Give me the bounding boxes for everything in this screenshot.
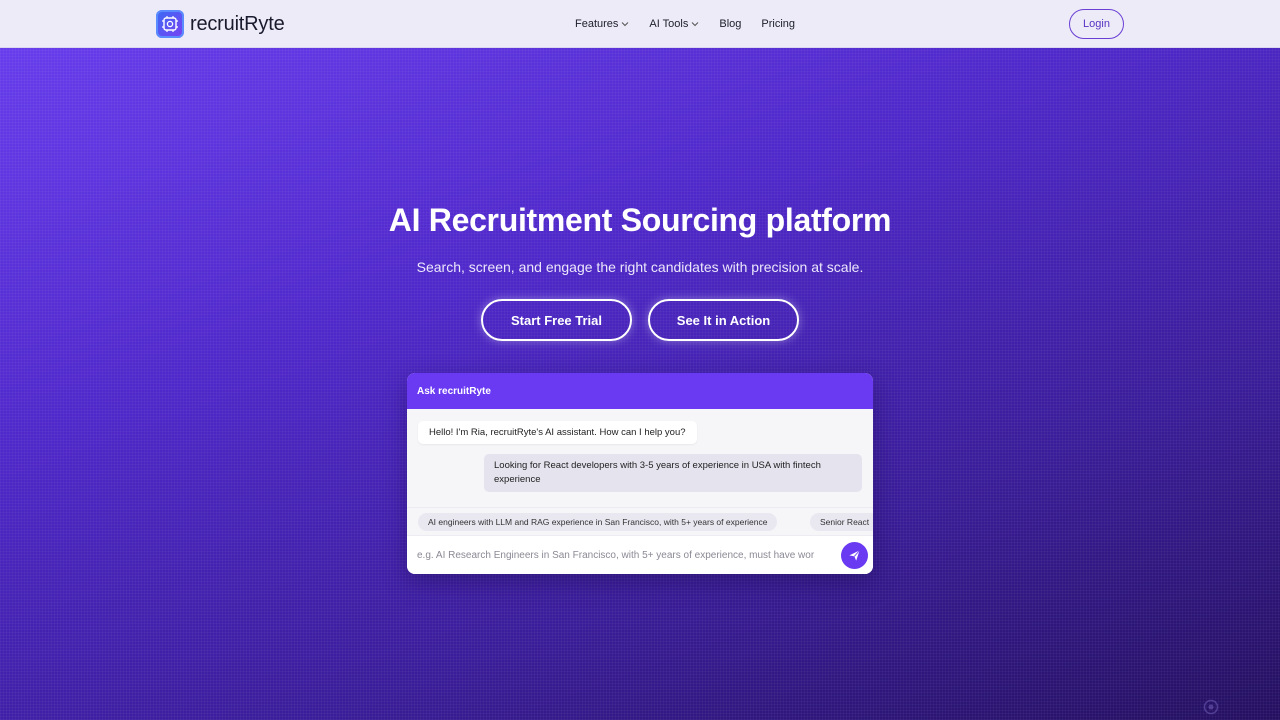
nav-item-features[interactable]: Features — [575, 18, 629, 30]
user-message: Looking for React developers with 3-5 ye… — [484, 454, 862, 492]
widget-launcher-icon[interactable] — [1203, 699, 1219, 715]
login-button[interactable]: Login — [1069, 9, 1124, 39]
nav-item-label: Blog — [719, 18, 742, 30]
chat-widget: Ask recruitRyte Hello! I'm Ria, recruitR… — [407, 373, 873, 574]
chat-header: Ask recruitRyte — [407, 373, 873, 409]
suggestion-chip[interactable]: AI engineers with LLM and RAG experience… — [418, 513, 778, 531]
assistant-message: Hello! I'm Ria, recruitRyte's AI assista… — [418, 421, 697, 444]
nav-item-ai-tools[interactable]: AI Tools — [649, 18, 699, 30]
send-button[interactable] — [841, 542, 868, 569]
start-free-trial-button[interactable]: Start Free Trial — [481, 299, 632, 341]
suggestion-chips: AI engineers with LLM and RAG experience… — [407, 507, 873, 535]
main-nav: Features AI Tools Blog Pricing — [575, 0, 795, 48]
brand-name: recruitRyte — [190, 12, 285, 35]
see-it-in-action-button[interactable]: See It in Action — [648, 299, 799, 341]
paper-plane-send-icon — [849, 550, 860, 561]
chevron-down-icon — [622, 22, 629, 27]
nav-item-label: Features — [575, 18, 619, 30]
brand-logo[interactable]: recruitRyte — [156, 10, 285, 38]
nav-item-label: AI Tools — [649, 18, 689, 30]
chevron-down-icon — [692, 22, 699, 27]
nav-item-label: Pricing — [761, 18, 796, 30]
navbar: recruitRyte Features AI Tools Blog Prici… — [0, 0, 1280, 48]
chat-input[interactable] — [417, 545, 837, 565]
hero-subtitle: Search, screen, and engage the right can… — [416, 259, 864, 275]
chat-input-row — [407, 535, 873, 574]
ai-chip-logo-icon — [156, 10, 184, 38]
suggestion-chip[interactable]: Senior React — [810, 513, 873, 531]
hero-title: AI Recruitment Sourcing platform — [388, 202, 892, 238]
nav-item-pricing[interactable]: Pricing — [761, 18, 795, 30]
chat-messages: Hello! I'm Ria, recruitRyte's AI assista… — [407, 409, 873, 507]
nav-item-blog[interactable]: Blog — [719, 18, 741, 30]
